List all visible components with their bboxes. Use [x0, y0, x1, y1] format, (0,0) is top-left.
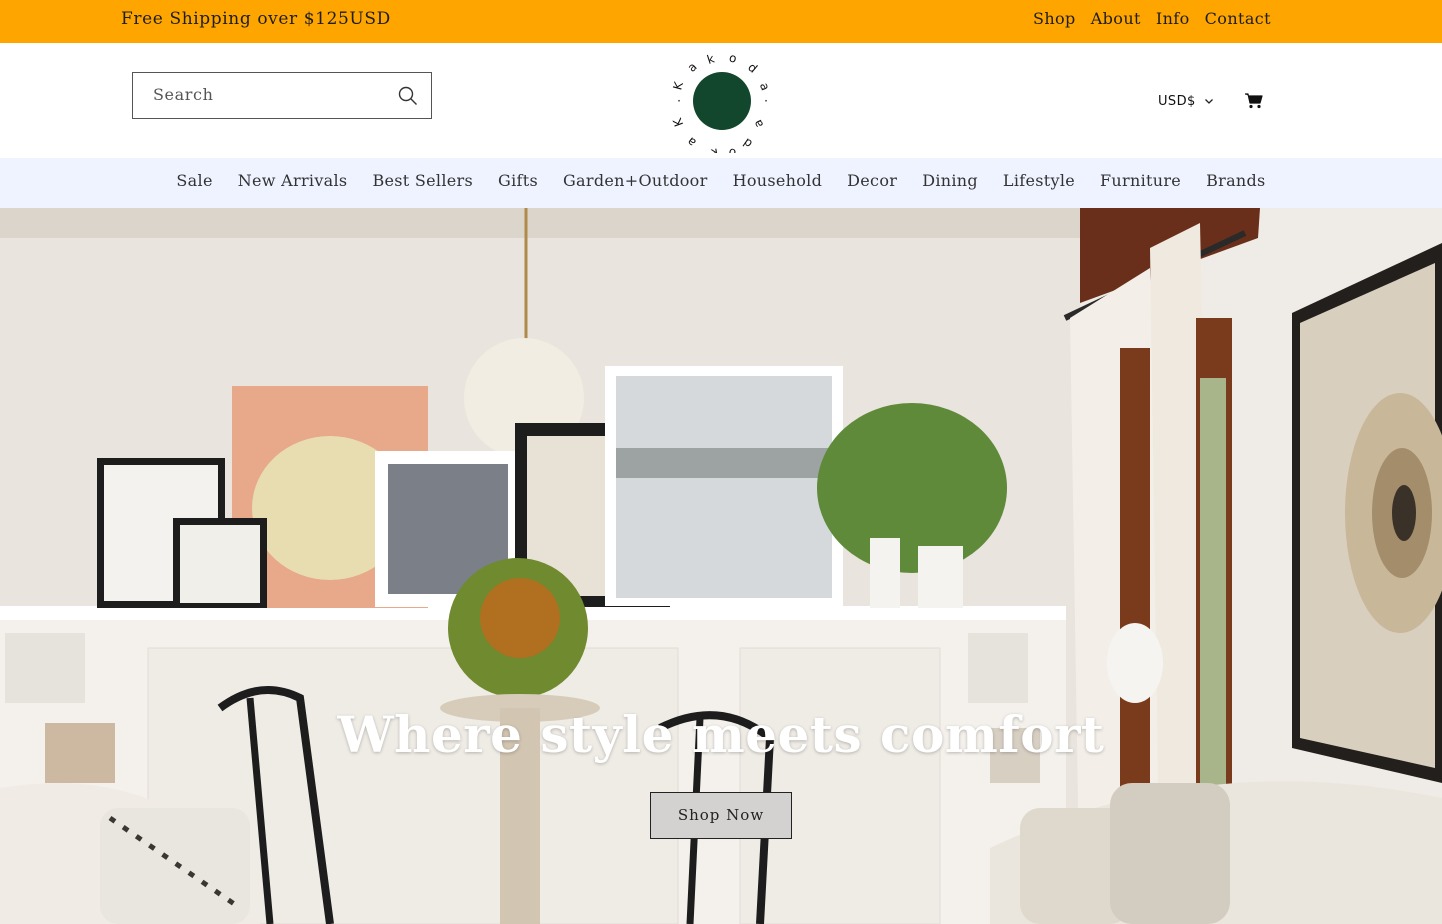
- free-shipping-text: Free Shipping over $125USD: [121, 9, 391, 29]
- svg-text:o: o: [728, 50, 739, 65]
- chevron-down-icon: [1204, 99, 1213, 104]
- hero-headline: Where style meets comfort: [337, 705, 1105, 764]
- nav-item-household[interactable]: Household: [733, 171, 823, 190]
- top-link-about[interactable]: About: [1091, 9, 1141, 28]
- svg-text:o: o: [727, 145, 737, 153]
- top-link-contact[interactable]: Contact: [1205, 9, 1271, 28]
- svg-text:d: d: [745, 60, 760, 76]
- search-box[interactable]: Search: [132, 72, 432, 119]
- currency-label: USD$: [1158, 93, 1196, 109]
- svg-text:K: K: [670, 79, 686, 91]
- logo-circle: [693, 72, 751, 130]
- svg-text:·: ·: [677, 94, 681, 108]
- svg-text:d: d: [741, 135, 755, 151]
- svg-text:k: k: [705, 51, 716, 66]
- svg-text:a: a: [684, 134, 699, 149]
- svg-text:a: a: [685, 60, 700, 75]
- svg-text:a: a: [750, 117, 766, 130]
- nav-item-dining[interactable]: Dining: [922, 171, 978, 190]
- search-input[interactable]: Search: [153, 85, 213, 104]
- hero-banner: Where style meets comfort Shop Now: [0, 208, 1442, 924]
- shop-now-button[interactable]: Shop Now: [650, 792, 792, 839]
- nav-item-new-arrivals[interactable]: New Arrivals: [238, 171, 348, 190]
- site-header: Search k o d a a K · K a k o d a · USD$: [0, 43, 1442, 158]
- nav-item-best-sellers[interactable]: Best Sellers: [372, 171, 473, 190]
- nav-item-brands[interactable]: Brands: [1206, 171, 1266, 190]
- nav-item-gifts[interactable]: Gifts: [498, 171, 538, 190]
- cart-icon[interactable]: [1244, 92, 1263, 109]
- announcement-bar: Free Shipping over $125USD Shop About In…: [0, 0, 1442, 43]
- nav-item-furniture[interactable]: Furniture: [1100, 171, 1181, 190]
- svg-text:·: ·: [764, 94, 768, 108]
- top-link-shop[interactable]: Shop: [1033, 9, 1076, 28]
- svg-text:a: a: [757, 81, 773, 93]
- nav-item-sale[interactable]: Sale: [176, 171, 212, 190]
- svg-text:k: k: [710, 145, 719, 153]
- nav-item-decor[interactable]: Decor: [847, 171, 897, 190]
- currency-selector[interactable]: USD$: [1158, 91, 1214, 111]
- search-icon[interactable]: [397, 85, 419, 107]
- top-links: Shop About Info Contact: [1033, 9, 1271, 28]
- main-nav: Sale New Arrivals Best Sellers Gifts Gar…: [0, 158, 1442, 208]
- nav-item-garden-outdoor[interactable]: Garden+Outdoor: [563, 171, 708, 190]
- site-logo[interactable]: k o d a a K · K a k o d a ·: [670, 49, 774, 153]
- top-link-info[interactable]: Info: [1156, 9, 1190, 28]
- svg-text:K: K: [670, 115, 686, 128]
- nav-item-lifestyle[interactable]: Lifestyle: [1003, 171, 1075, 190]
